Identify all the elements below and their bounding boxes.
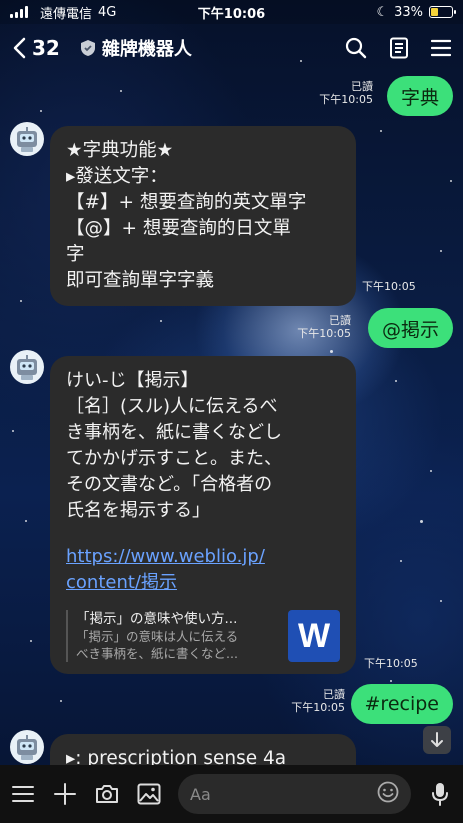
bot-avatar[interactable] [10,350,44,384]
message-meta: 已讀 下午10:05 [319,80,373,106]
timestamp: 下午10:05 [364,657,418,670]
scroll-to-bottom-button[interactable] [423,726,451,754]
message-text: 字典 [400,86,439,109]
read-receipt: 已讀 [329,314,351,327]
timestamp: 下午10:05 [362,280,416,293]
emoji-button[interactable] [377,781,399,807]
message-line: き事柄を、紙に書くなどし [66,422,282,443]
unread-count: 32 [32,36,60,60]
image-icon [137,783,161,805]
robot-icon [17,735,37,760]
message-line: その文書など。「合格者の [66,474,273,495]
chat-name: 雜牌機器人 [101,39,192,60]
message-line: 【#】+ 想要查詢的英文單字 [66,192,307,213]
camera-button[interactable] [94,781,120,807]
carrier-name: 遠傳電信 [40,6,93,22]
message-line: 字 [66,244,85,265]
emoji-icon [377,781,399,803]
robot-icon [17,127,37,152]
network-type: 4G [98,4,117,20]
camera-icon [96,785,118,803]
timestamp: 下午10:05 [291,701,345,714]
message-line: てかかげ示すこと。また、 [66,448,282,469]
signal-strength-icon [10,6,28,18]
message-meta: 已讀 下午10:05 [297,314,351,340]
search-button[interactable] [345,37,367,59]
back-button[interactable]: 32 [12,36,60,60]
message-line: 【@】+ 想要查詢的日文單 [66,218,291,239]
menu-icon [12,786,34,802]
incoming-message-bubble[interactable]: けい-じ【掲示】 ［名］(スル)人に伝えるべ き事柄を、紙に書くなどし てかかげ… [50,356,356,674]
input-bar: Aa [0,765,463,823]
menu-icon [431,39,451,57]
battery-fill [431,8,438,16]
preview-description: べき事柄を、紙に書くなど... [76,646,238,661]
weblio-link[interactable]: https://www.weblio.jp/ [66,544,340,570]
shield-icon [80,40,95,56]
link-preview-card[interactable]: 「掲示」の意味や使い方... 「掲示」の意味は人に伝える べき事柄を、紙に書くな… [66,610,340,662]
chat-header: 32 雜牌機器人 [0,24,463,72]
outgoing-message-bubble[interactable]: 字典 [386,76,453,116]
message-list[interactable]: 已讀 下午10:05 字典 ★字典功能★ ▸發送文字： 【#】+ 想要查詢的英文… [0,72,463,794]
read-receipt: 已讀 [351,80,373,93]
preview-description: 「掲示」の意味は人に伝える [76,629,239,644]
menu-button[interactable] [431,39,451,57]
weblio-logo-icon: W [288,610,340,662]
bot-avatar[interactable] [10,122,44,156]
timestamp: 下午10:05 [319,93,373,106]
message-text: #recipe [364,693,439,715]
arrow-down-icon [431,732,443,747]
status-bar: 遠傳電信 4G 下午10:06 ☾ 33% [0,0,463,24]
outgoing-message-bubble[interactable]: #recipe [350,684,453,724]
message-text: @掲示 [381,318,439,341]
add-button[interactable] [52,781,78,807]
outgoing-message-bubble[interactable]: @掲示 [367,308,453,348]
incoming-message-bubble[interactable]: ★字典功能★ ▸發送文字： 【#】+ 想要查詢的英文單字 【@】+ 想要查詢的日… [50,126,356,306]
robot-icon [17,355,37,380]
preview-title: 「掲示」の意味や使い方... [76,611,238,627]
plus-icon [54,783,76,805]
message-line: ★字典功能★ [66,140,174,161]
message-input[interactable]: Aa [178,774,411,814]
battery-icon [429,6,456,18]
message-line: 氏名を掲示する」 [66,500,210,521]
moon-icon: ☾ [376,4,389,20]
message-line: 即可查詢單字字義 [66,270,215,291]
read-receipt: 已讀 [323,688,345,701]
input-placeholder: Aa [190,784,211,804]
weblio-link[interactable]: content/掲示 [66,570,340,596]
photo-button[interactable] [136,781,162,807]
bot-avatar[interactable] [10,730,44,764]
chevron-left-icon [13,37,26,59]
search-icon [345,37,367,59]
timestamp: 下午10:05 [297,327,351,340]
microphone-icon [432,783,448,806]
message-line: ［名］(スル)人に伝えるべ [66,396,278,417]
chat-title[interactable]: 雜牌機器人 [80,35,192,61]
notes-button[interactable] [389,37,409,59]
notes-icon [390,37,408,59]
battery-percent: 33% [394,4,423,20]
message-line: ▸發送文字： [66,166,168,187]
more-menu-button[interactable] [10,781,36,807]
message-line: けい-じ【掲示】 [66,370,199,391]
voice-button[interactable] [427,781,453,807]
message-meta: 已讀 下午10:05 [291,688,345,714]
